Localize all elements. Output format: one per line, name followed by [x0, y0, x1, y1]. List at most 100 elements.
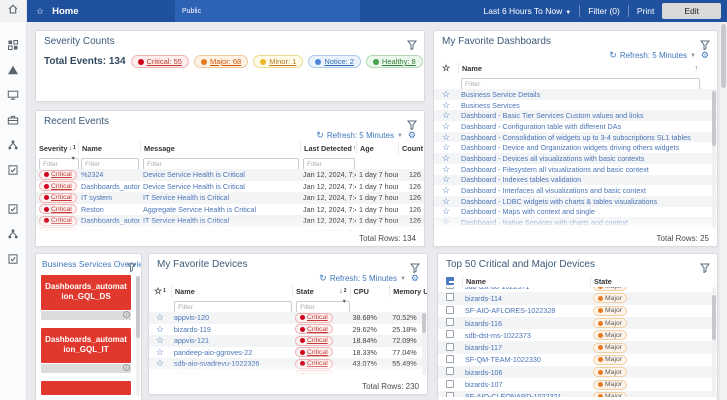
table-row[interactable]: bizards-106Major: [438, 366, 717, 378]
major-badge[interactable]: Major: 68: [194, 55, 248, 68]
dashboard-link[interactable]: Dashboard - Maps with context and single: [458, 207, 701, 216]
star-icon[interactable]: ☆: [156, 347, 164, 357]
state-pill[interactable]: Critical: [295, 324, 333, 334]
sidebar-item-maps[interactable]: [0, 132, 26, 157]
star-icon[interactable]: ☆: [442, 174, 450, 184]
device-name-link[interactable]: SF-AIO-CLEONARD-1022321: [462, 392, 590, 397]
star-icon[interactable]: ☆: [156, 358, 164, 368]
notice-badge[interactable]: Notice: 2: [308, 55, 361, 68]
device-name-link[interactable]: bizards-114: [462, 294, 590, 303]
dashboard-link[interactable]: Dashboard - Filesystem all visualization…: [458, 165, 701, 174]
list-item[interactable]: ☆Dashboard - Native Services with charts…: [434, 217, 717, 228]
state-pill[interactable]: Major: [593, 318, 627, 328]
dashboard-link[interactable]: Dashboard - Basic Tier Services Custom v…: [458, 111, 701, 120]
filter-funnel-icon[interactable]: [407, 37, 417, 55]
checkbox-icon[interactable]: [446, 306, 454, 314]
table-row[interactable]: ☆ SF-AIO- Critical: [149, 370, 427, 376]
sidebar-item-devices[interactable]: [0, 82, 26, 107]
state-pill[interactable]: Critical: [295, 313, 333, 323]
device-name-link[interactable]: SF-AIO-: [171, 371, 292, 375]
col-age[interactable]: Age: [356, 142, 398, 154]
event-message-link[interactable]: Device Service Health is Critical: [140, 182, 300, 191]
event-message-link[interactable]: IT Service Health is Critical: [140, 216, 300, 225]
star-icon[interactable]: ☆: [442, 142, 450, 152]
event-name-link[interactable]: IT system: [78, 193, 140, 202]
favorite-star-icon[interactable]: ☆: [36, 6, 44, 17]
device-name-link[interactable]: bizards-119: [171, 325, 292, 334]
state-pill[interactable]: Major: [593, 343, 627, 353]
refresh-control[interactable]: ↻ Refresh: 5 Minutes ▼ ⚙: [434, 49, 717, 62]
select-all-checkbox[interactable]: [438, 275, 462, 287]
dashboard-link[interactable]: Dashboard - Interfaces all visualization…: [458, 186, 701, 195]
star-icon[interactable]: ☆: [156, 370, 164, 375]
table-row[interactable]: Critical Dashboards_automat IT Service H…: [36, 215, 424, 227]
checkbox-icon[interactable]: [446, 367, 454, 375]
info-icon[interactable]: i: [123, 364, 130, 371]
checkbox-icon[interactable]: [446, 330, 454, 338]
star-icon[interactable]: ☆: [442, 164, 450, 174]
table-row[interactable]: SF-QM-TEAM-1022330Major: [438, 354, 717, 366]
dashboard-link[interactable]: Dashboard - Indexes tables validation: [458, 175, 701, 184]
page-scrollbar[interactable]: [720, 22, 727, 400]
filter-funnel-icon[interactable]: [407, 117, 417, 135]
star-icon[interactable]: ☆: [442, 89, 450, 99]
dashboard-link[interactable]: Dashboard - Devices all visualizations w…: [458, 154, 701, 163]
table-row[interactable]: sdb-dst-ms-1022373Major: [438, 329, 717, 341]
dashboard-link[interactable]: Dashboard - Device and Organization widg…: [458, 143, 701, 152]
table-row[interactable]: bizards-116Major: [438, 317, 717, 329]
service-tile[interactable]: [41, 381, 131, 395]
table-row[interactable]: ☆ bizards-119 Critical 29.62% 25.18%: [149, 324, 427, 336]
checkbox-icon[interactable]: [446, 343, 454, 351]
device-name-link[interactable]: pandeep-aio-ggroves-22: [171, 348, 292, 357]
star-icon[interactable]: ☆: [442, 196, 450, 206]
service-tile[interactable]: Dashboards_automation_GQL_DS: [41, 275, 131, 310]
minor-badge[interactable]: Minor: 1: [253, 55, 303, 68]
col-favorite[interactable]: ☆: [434, 62, 458, 74]
device-name-link[interactable]: sdb-dst-ms-1022373: [462, 331, 590, 340]
checkbox-icon[interactable]: [446, 293, 454, 301]
refresh-control[interactable]: ↻ Refresh: 5 Minutes ▼ ⚙: [149, 272, 427, 285]
device-name-link[interactable]: bizards-116: [462, 319, 590, 328]
severity-pill[interactable]: Critical: [39, 181, 77, 191]
healthy-badge[interactable]: Healthy: 8: [366, 55, 423, 68]
table-row[interactable]: SF-AIO-AFLORES-1022328Major: [438, 305, 717, 317]
edit-button[interactable]: Edit: [662, 3, 721, 19]
state-pill[interactable]: Major: [593, 330, 627, 340]
table-row[interactable]: Critical %2324 Device Service Health is …: [36, 169, 424, 181]
sidebar-item-hierarchy[interactable]: [0, 221, 26, 246]
event-name-link[interactable]: Dashboards_automat: [78, 182, 140, 191]
star-icon[interactable]: ☆: [156, 335, 164, 345]
table-row[interactable]: Critical Reston Aggregate Service Health…: [36, 204, 424, 216]
severity-pill[interactable]: Critical: [39, 204, 77, 214]
list-item[interactable]: ☆ Dashboard - Interfaces all visualizatio…: [434, 185, 717, 196]
sidebar-item-events[interactable]: [0, 57, 26, 82]
state-pill[interactable]: Major: [593, 293, 627, 303]
critical-badge[interactable]: Critical: 55: [131, 55, 189, 68]
list-item[interactable]: ☆ Dashboard - Filesystem all visualizatio…: [434, 164, 717, 175]
table-row[interactable]: ☆ appvis-120 Critical 38.68% 70.52%: [149, 312, 427, 324]
dashboard-link[interactable]: Dashboard - Configuration table with dif…: [458, 122, 701, 131]
info-icon[interactable]: i: [123, 311, 130, 318]
table-row[interactable]: bizards-114Major: [438, 292, 717, 304]
col-count[interactable]: Count: [398, 142, 424, 154]
state-pill[interactable]: Major: [593, 355, 627, 365]
event-name-link[interactable]: Reston: [78, 205, 140, 214]
event-message-link[interactable]: Aggregate Service Health is Critical: [140, 205, 300, 214]
dashboard-link[interactable]: Dashboard - Native Services with charts …: [458, 218, 701, 227]
state-pill[interactable]: Major: [593, 306, 627, 316]
scrollbar[interactable]: [712, 287, 716, 397]
list-item[interactable]: ☆Dashboard - Maps with context and singl…: [434, 207, 717, 218]
star-icon[interactable]: ☆: [442, 185, 450, 195]
sidebar-item-checklist[interactable]: [0, 196, 26, 221]
col-name[interactable]: Name: [462, 275, 590, 287]
checkbox-icon[interactable]: [446, 355, 454, 363]
refresh-control[interactable]: ↻ Refresh: 5 Minutes ▼ ⚙: [36, 129, 424, 142]
severity-pill[interactable]: Critical: [39, 170, 77, 180]
device-name-link[interactable]: SF-AIO-AFLORES-1022328: [462, 306, 590, 315]
state-pill[interactable]: Major: [593, 392, 627, 397]
state-pill[interactable]: Critical: [295, 370, 333, 375]
device-name-link[interactable]: appvis-120: [171, 313, 292, 322]
dashboard-link[interactable]: Dashboard - LDBC widgets with charts & t…: [458, 197, 701, 206]
event-name-link[interactable]: Dashboards_automat: [78, 216, 140, 225]
scrollbar[interactable]: [422, 312, 426, 375]
